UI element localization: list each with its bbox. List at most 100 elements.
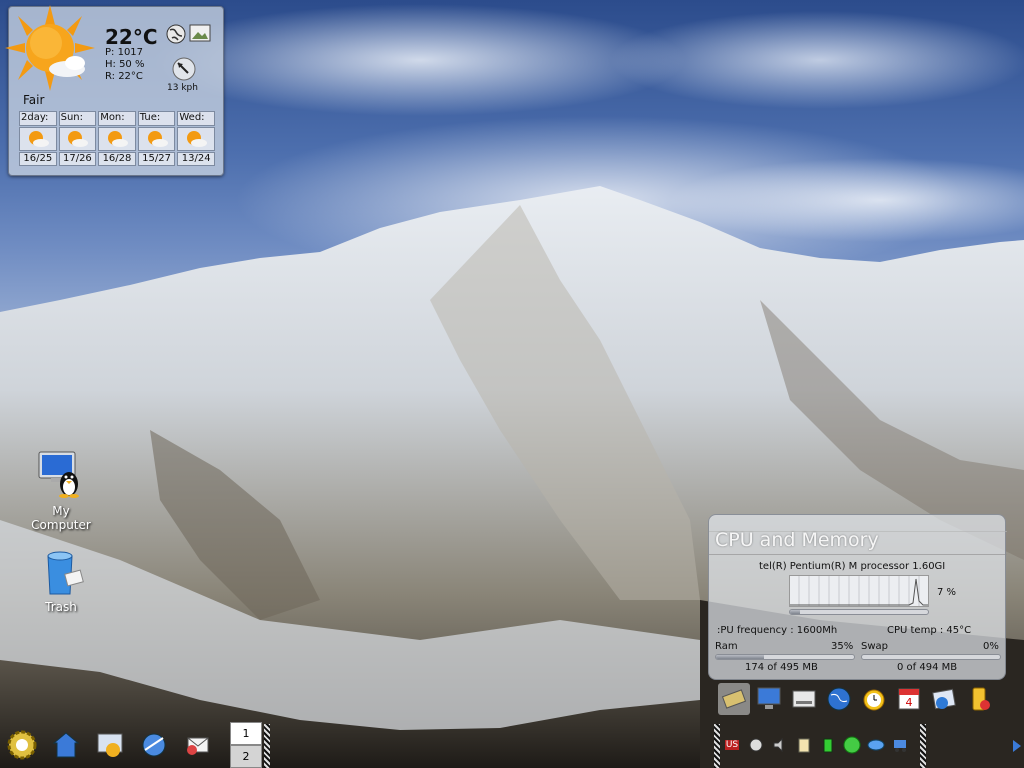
battery-icon	[972, 687, 990, 711]
calendar-icon: 4	[898, 688, 920, 710]
forecast-day-name: Sun:	[58, 111, 97, 126]
weather-widget[interactable]: 22°C P: 1017 H: 50 % R: 22°C 13 kph Fair…	[5, 5, 224, 176]
forecast-day: Wed: 13/24	[177, 111, 215, 166]
my-computer-label-2: Computer	[31, 518, 91, 532]
alarm-clock-icon	[863, 689, 885, 711]
cpu-usage-percent: 7 %	[937, 587, 957, 598]
browser-icon	[932, 688, 956, 710]
wireless-icon	[867, 739, 885, 751]
forecast-day-name: Wed:	[177, 111, 215, 126]
forecast-day: Tue: 15/27	[137, 111, 176, 166]
forecast-day: 2day: 16/25	[19, 111, 57, 166]
dock-item-power[interactable]	[963, 683, 995, 715]
partly-cloudy-icon	[177, 127, 215, 151]
cpu-memory-widget[interactable]: CPU and Memory tel(R) Pentium(R) M proce…	[708, 514, 1007, 680]
ram-usage-bar	[715, 654, 855, 660]
dock-item-monitor[interactable]	[753, 683, 785, 715]
cpu-widget-title: CPU and Memory	[715, 529, 879, 551]
speaker-icon	[773, 737, 783, 753]
my-computer-label-1: My	[52, 504, 70, 518]
humidity-text: H: 50 %	[105, 59, 145, 70]
control-center-button[interactable]	[88, 723, 132, 767]
forecast-day: Sun: 17/26	[58, 111, 97, 166]
swap-detail: 0 of 494 MB	[897, 662, 958, 673]
cpu-frequency: :PU frequency : 1600Mh	[717, 625, 838, 636]
konqueror-globe-icon	[142, 733, 166, 757]
partly-cloudy-icon	[58, 127, 97, 151]
keyboard-layout-indicator[interactable]: US	[722, 735, 742, 755]
forecast-day-name: 2day:	[19, 111, 57, 126]
tray-klipper[interactable]	[794, 735, 814, 755]
cpu-usage-bar	[789, 609, 929, 615]
partly-cloudy-icon	[137, 127, 176, 151]
processor-name: tel(R) Pentium(R) M processor 1.60GI	[759, 561, 946, 572]
tray-volume[interactable]	[770, 735, 790, 755]
panel-scroll-right-icon[interactable]	[1012, 736, 1022, 756]
swap-usage-bar	[861, 654, 1001, 660]
konqueror-button[interactable]	[132, 723, 176, 767]
forecast-range: 15/27	[137, 152, 176, 166]
kmenu-button[interactable]	[0, 723, 44, 767]
monitor-icon	[757, 687, 781, 709]
dock-item-calendar[interactable]: 4	[893, 683, 925, 715]
tray-grip-handle-right[interactable]	[920, 724, 926, 768]
ram-percent: 35%	[831, 641, 854, 652]
cpu-temperature: CPU temp : 45°C	[887, 625, 972, 636]
pager-desktop-2[interactable]: 2	[230, 745, 262, 768]
clipboard-icon	[798, 738, 810, 753]
tray-battery[interactable]	[818, 735, 838, 755]
forecast-range: 13/24	[177, 152, 215, 166]
sun-icon	[5, 5, 95, 91]
quick-launch-dock: 4	[714, 682, 1004, 716]
desktop-icon-trash[interactable]: Trash	[21, 550, 101, 614]
dock-item-network[interactable]	[823, 683, 855, 715]
home-button[interactable]	[44, 723, 88, 767]
forecast-day-name: Mon:	[98, 111, 136, 126]
bottom-panel-left	[0, 722, 220, 768]
battery-tray-icon	[823, 738, 833, 753]
network-device-icon	[749, 738, 763, 752]
tray-cart[interactable]	[890, 735, 910, 755]
ram-detail: 174 of 495 MB	[745, 662, 818, 673]
panel-grip-handle[interactable]	[264, 724, 270, 768]
pager-desktop-1[interactable]: 1	[230, 722, 262, 745]
trash-icon	[47, 551, 84, 595]
dock-item-browser[interactable]	[928, 683, 960, 715]
forecast-range: 17/26	[58, 152, 97, 166]
forecast-row: 2day: 16/25 Sun: 17/26 Mon: 16/28 Tue: 1…	[19, 111, 215, 166]
trash-label: Trash	[45, 600, 77, 614]
forecast-day: Mon: 16/28	[98, 111, 136, 166]
wind-compass-icon	[172, 57, 196, 81]
green-status-icon	[843, 736, 861, 754]
pressure-text: P: 1017	[105, 47, 144, 58]
cart-icon	[894, 740, 906, 752]
tray-grip-handle-left[interactable]	[714, 724, 720, 768]
network-globe-icon	[827, 687, 851, 711]
desktop-icon-my-computer[interactable]: My Computer	[21, 450, 101, 532]
desktop-pager: 1 2	[230, 722, 262, 768]
partly-cloudy-icon	[19, 127, 57, 151]
dock-item-alarm[interactable]	[858, 683, 890, 715]
dock-item-disk[interactable]	[788, 683, 820, 715]
tray-wireless[interactable]	[866, 735, 886, 755]
globe-icon[interactable]	[166, 24, 186, 44]
dock-item-hardware[interactable]	[718, 683, 750, 715]
cpu-usage-graph	[789, 575, 929, 607]
home-icon	[52, 732, 80, 758]
svg-text:4: 4	[906, 696, 913, 709]
mail-icon	[187, 737, 209, 755]
tray-bluetooth[interactable]	[746, 735, 766, 755]
realfeel-text: R: 22°C	[105, 71, 143, 82]
chip-icon	[721, 689, 747, 709]
swap-percent: 0%	[983, 641, 999, 652]
forecast-range: 16/28	[98, 152, 136, 166]
photo-icon[interactable]	[189, 24, 211, 42]
forecast-day-name: Tue:	[137, 111, 176, 126]
tray-update[interactable]	[842, 735, 862, 755]
weather-condition: Fair	[23, 93, 45, 107]
kmail-button[interactable]	[176, 723, 220, 767]
current-temperature: 22°C	[105, 25, 158, 49]
kde-gear-icon	[7, 730, 37, 760]
forecast-range: 16/25	[19, 152, 57, 166]
wind-speed: 13 kph	[167, 83, 198, 93]
